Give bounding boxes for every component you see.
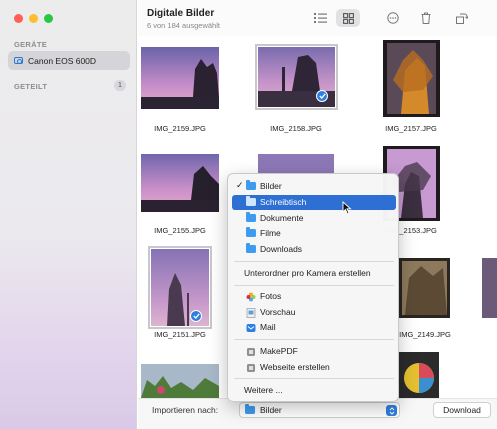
folder-icon bbox=[246, 212, 256, 222]
photos-app-icon bbox=[246, 292, 256, 302]
image-thumbnail[interactable] bbox=[141, 47, 219, 109]
list-view-icon bbox=[313, 13, 327, 23]
automator-icon bbox=[247, 364, 255, 372]
menu-separator bbox=[234, 285, 394, 286]
menu-item-schreibtisch[interactable]: Schreibtisch bbox=[232, 195, 396, 210]
image-thumbnail[interactable] bbox=[141, 154, 219, 212]
menu-item-weitere[interactable]: Weitere ... bbox=[232, 383, 396, 398]
grid-view-icon bbox=[342, 12, 354, 24]
preview-app-icon bbox=[246, 308, 256, 318]
folder-icon bbox=[246, 196, 256, 206]
window-controls bbox=[14, 14, 53, 23]
image-filename: IMG_2158.JPG bbox=[270, 124, 322, 133]
selected-check-icon[interactable] bbox=[190, 310, 202, 322]
folder-icon bbox=[246, 227, 256, 237]
image-filename: IMG_2155.JPG bbox=[154, 226, 206, 235]
list-view-button[interactable] bbox=[308, 9, 332, 27]
menu-item-fotos[interactable]: Fotos bbox=[232, 289, 396, 304]
menu-separator bbox=[234, 261, 394, 262]
menu-item-makepdf[interactable]: MakePDF bbox=[232, 344, 396, 359]
menu-item-bilder[interactable]: ✓ Bilder bbox=[232, 179, 396, 194]
chevron-updown-icon bbox=[386, 405, 397, 416]
image-filename: IMG_2159.JPG bbox=[154, 124, 206, 133]
sidebar-section-shared[interactable]: GETEILT bbox=[14, 82, 47, 91]
menu-item-vorschau[interactable]: Vorschau bbox=[232, 305, 396, 320]
folder-icon bbox=[246, 243, 256, 253]
rotate-button[interactable] bbox=[450, 9, 474, 27]
selected-check-icon[interactable] bbox=[316, 90, 328, 102]
image-filename: IMG_2157.JPG bbox=[385, 124, 437, 133]
device-name: Canon EOS 600D bbox=[28, 55, 97, 66]
download-button[interactable]: Download bbox=[433, 402, 491, 418]
image-thumbnail[interactable] bbox=[258, 154, 334, 174]
checkmark-icon: ✓ bbox=[236, 180, 244, 190]
sidebar: GERÄTE Canon EOS 600D GETEILT 1 bbox=[0, 0, 137, 429]
menu-item-dokumente[interactable]: Dokumente bbox=[232, 211, 396, 226]
rotate-icon bbox=[456, 13, 468, 24]
image-thumbnail[interactable] bbox=[399, 352, 439, 398]
more-button[interactable] bbox=[381, 9, 405, 27]
minimize-window-button[interactable] bbox=[29, 14, 38, 23]
window-title: Digitale Bilder bbox=[147, 8, 215, 19]
ellipsis-circle-icon bbox=[387, 12, 399, 24]
menu-item-mail[interactable]: Mail bbox=[232, 320, 396, 335]
folder-icon bbox=[245, 404, 255, 414]
folder-icon bbox=[246, 180, 256, 190]
sidebar-item-camera[interactable]: Canon EOS 600D bbox=[8, 51, 130, 70]
image-thumbnail[interactable] bbox=[141, 364, 219, 398]
menu-item-downloads[interactable]: Downloads bbox=[232, 242, 396, 257]
automator-icon bbox=[247, 348, 255, 356]
shared-count-badge: 1 bbox=[114, 80, 126, 91]
menu-separator bbox=[234, 378, 394, 379]
selected-destination: Bilder bbox=[260, 405, 282, 415]
mouse-pointer-icon bbox=[342, 201, 352, 215]
image-filename: IMG_2151.JPG bbox=[154, 330, 206, 339]
destination-menu: ✓ Bilder Schreibtisch Dokumente Filme Do… bbox=[227, 173, 399, 402]
menu-separator bbox=[234, 339, 394, 340]
delete-button[interactable] bbox=[414, 9, 438, 27]
camera-icon bbox=[14, 57, 23, 64]
zoom-window-button[interactable] bbox=[44, 14, 53, 23]
menu-item-filme[interactable]: Filme bbox=[232, 226, 396, 241]
toolbar: Digitale Bilder 6 von 184 ausgewählt bbox=[138, 0, 497, 36]
mail-app-icon bbox=[246, 324, 256, 332]
grid-view-button[interactable] bbox=[336, 9, 360, 27]
image-thumbnail[interactable] bbox=[383, 40, 440, 117]
menu-item-subfolder-per-camera[interactable]: Unterordner pro Kamera erstellen bbox=[232, 266, 396, 281]
image-thumbnail[interactable] bbox=[482, 258, 497, 318]
import-bar: Importieren nach: Bilder Download bbox=[138, 398, 497, 429]
import-destination-select[interactable]: Bilder bbox=[239, 402, 400, 418]
import-destination-label: Importieren nach: bbox=[152, 405, 219, 415]
menu-item-webseite-erstellen[interactable]: Webseite erstellen bbox=[232, 360, 396, 375]
trash-icon bbox=[421, 12, 431, 24]
image-thumbnail[interactable] bbox=[399, 258, 450, 318]
sidebar-section-devices: GERÄTE bbox=[14, 40, 48, 49]
close-window-button[interactable] bbox=[14, 14, 23, 23]
selection-count: 6 von 184 ausgewählt bbox=[147, 21, 220, 30]
